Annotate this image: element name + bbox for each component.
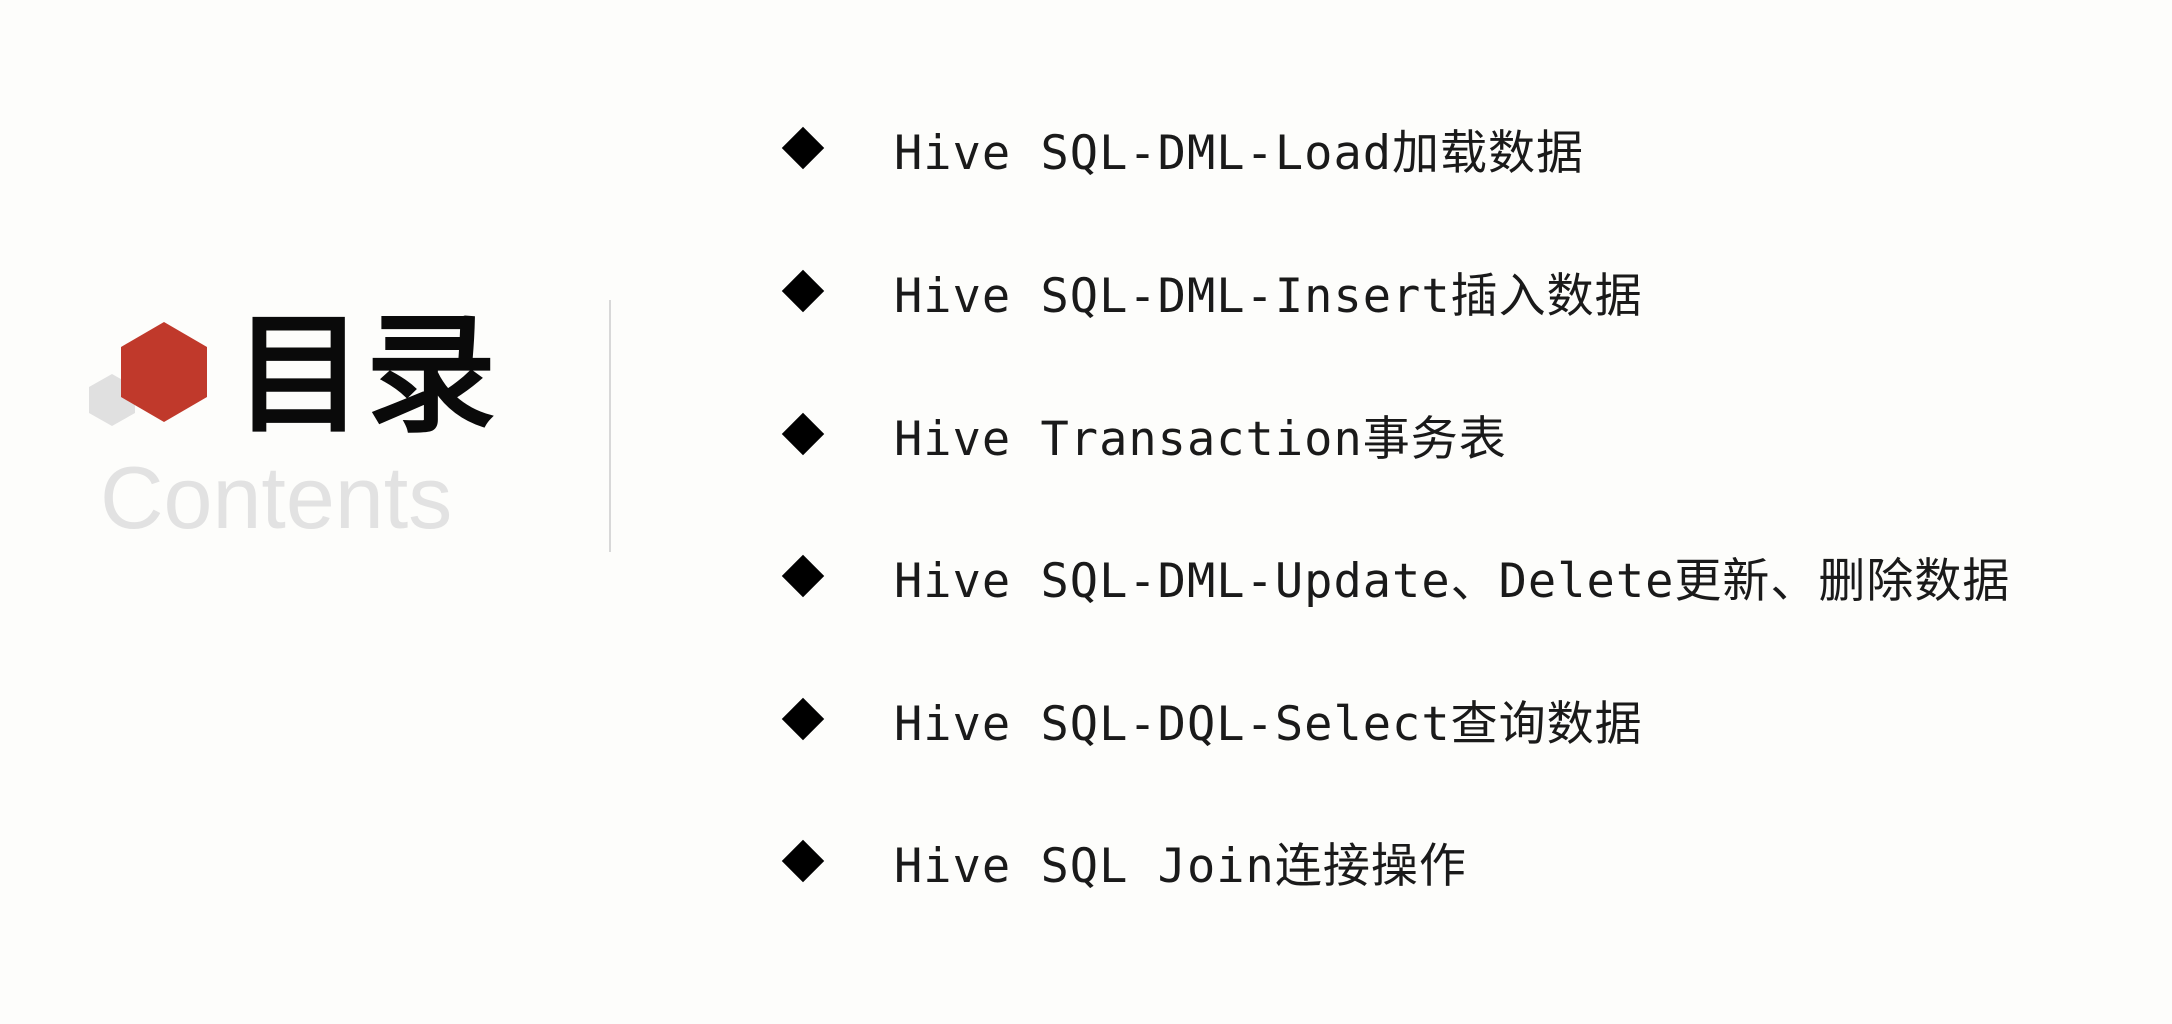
toc-item-label: Hive Transaction事务表 bbox=[894, 411, 1507, 467]
toc-item-label: Hive SQL-DML-Insert插入数据 bbox=[894, 268, 1643, 324]
toc-item: Hive SQL Join连接操作 bbox=[780, 826, 1467, 896]
page-title: 目录 bbox=[234, 299, 499, 451]
toc-item: Hive SQL-DQL-Select查询数据 bbox=[780, 684, 1643, 754]
vertical-divider bbox=[609, 300, 611, 552]
diamond-bullet-icon bbox=[781, 412, 825, 456]
toc-item: Hive SQL-DML-Insert插入数据 bbox=[780, 256, 1643, 326]
diamond-bullet-icon bbox=[781, 126, 825, 170]
toc-item: Hive Transaction事务表 bbox=[780, 399, 1507, 469]
hexagon-logo-icon bbox=[89, 322, 207, 426]
slide: 目录 Contents Hive SQL-DML-Load加载数据 Hive S… bbox=[0, 0, 2172, 1024]
toc-item: Hive SQL-DML-Load加载数据 bbox=[780, 113, 1584, 183]
toc-list: Hive SQL-DML-Load加载数据 Hive SQL-DML-Inser… bbox=[780, 0, 2140, 1024]
diamond-bullet-icon bbox=[781, 697, 825, 741]
title-block: 目录 Contents bbox=[86, 300, 506, 560]
toc-item-label: Hive SQL-DML-Update、Delete更新、删除数据 bbox=[894, 553, 2011, 609]
diamond-bullet-icon bbox=[781, 554, 825, 598]
toc-item: Hive SQL-DML-Update、Delete更新、删除数据 bbox=[780, 541, 2010, 611]
toc-item-label: Hive SQL-DML-Load加载数据 bbox=[894, 125, 1585, 181]
diamond-bullet-icon bbox=[781, 269, 825, 313]
diamond-bullet-icon bbox=[781, 839, 825, 883]
toc-item-label: Hive SQL-DQL-Select查询数据 bbox=[894, 696, 1643, 752]
toc-item-label: Hive SQL Join连接操作 bbox=[894, 838, 1467, 894]
page-subtitle: Contents bbox=[100, 448, 453, 547]
